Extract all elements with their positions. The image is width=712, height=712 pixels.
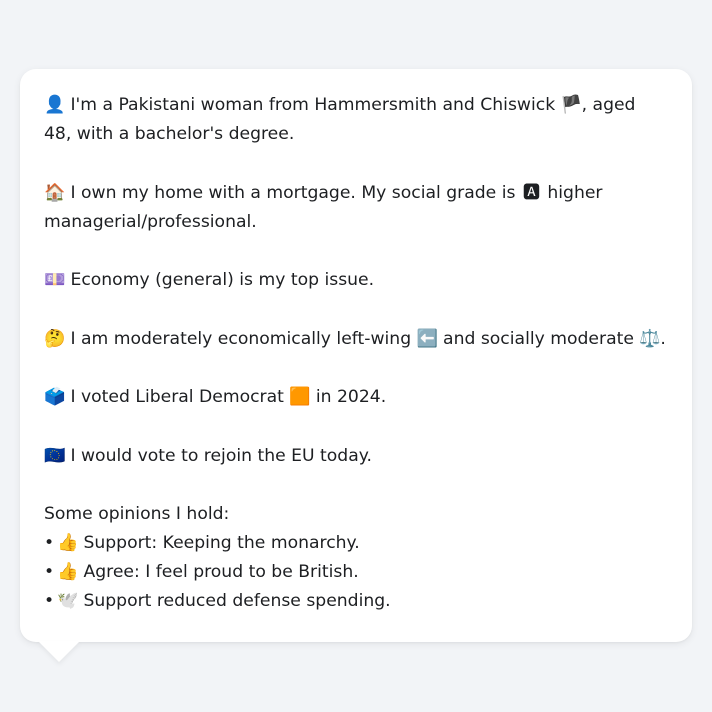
opinions-heading: Some opinions I hold: — [44, 504, 230, 524]
banknote-icon: 💷 — [44, 270, 66, 290]
persona-speech-bubble: 👤 I'm a Pakistani woman from Hammersmith… — [20, 69, 692, 642]
ideology-text-end: . — [660, 328, 666, 349]
ideology-text-middle: and socially moderate — [437, 328, 640, 349]
identity-paragraph: 👤 I'm a Pakistani woman from Hammersmith… — [44, 91, 668, 149]
bullet-dot: • — [44, 533, 55, 553]
dove-icon: 🕊️ — [57, 591, 79, 611]
orange-square-icon: 🟧 — [289, 387, 311, 407]
housing-paragraph: 🏠 I own my home with a mortgage. My soci… — [44, 179, 668, 237]
eu-text: I would vote to rejoin the EU today. — [65, 445, 372, 466]
list-item: • 👍 Agree: I feel proud to be British. — [44, 558, 668, 587]
house-icon: 🏠 — [44, 182, 66, 203]
bubble-tail — [38, 641, 80, 662]
opinions-list: • 👍 Support: Keeping the monarchy. • 👍 Agr… — [44, 529, 668, 616]
opinion-text: Support reduced defense spending. — [78, 591, 391, 611]
thumbs-up-icon: 👍 — [57, 533, 79, 553]
opinion-text: Agree: I feel proud to be British. — [78, 562, 359, 582]
person-silhouette-icon: 👤 — [44, 95, 66, 115]
ballot-box-icon: 🗳️ — [44, 387, 66, 407]
ideology-text-start: I am moderately economically left-wing — [65, 328, 417, 349]
eu-paragraph: 🇪🇺 I would vote to rejoin the EU today. — [44, 442, 668, 471]
housing-text-start: I own my home with a mortgage. My social… — [65, 182, 521, 203]
top-issue-paragraph: 💷 Economy (general) is my top issue. — [44, 266, 668, 295]
identity-text-start: I'm a Pakistani woman from Hammersmith a… — [65, 95, 561, 115]
england-flag-icon: 🏴 — [560, 95, 583, 115]
vote-paragraph: 🗳️ I voted Liberal Democrat 🟧 in 2024. — [44, 383, 668, 412]
bullet-dot: • — [44, 591, 55, 611]
balance-scale-icon: ⚖️ — [639, 328, 661, 349]
letter-a-badge-icon: 🅰 — [522, 182, 541, 203]
opinion-text: Support: Keeping the monarchy. — [78, 533, 360, 553]
ideology-paragraph: 🤔 I am moderately economically left-wing… — [44, 325, 668, 354]
left-arrow-icon: ⬅️ — [416, 328, 438, 349]
list-item: • 👍 Support: Keeping the monarchy. — [44, 529, 668, 558]
vote-text-end: in 2024. — [310, 387, 387, 407]
list-item: • 🕊️ Support reduced defense spending. — [44, 587, 668, 616]
thumbs-up-icon: 👍 — [57, 562, 79, 582]
top-issue-text: Economy (general) is my top issue. — [65, 270, 375, 290]
vote-text-start: I voted Liberal Democrat — [65, 387, 290, 407]
thinking-face-icon: 🤔 — [44, 328, 66, 349]
eu-flag-icon: 🇪🇺 — [44, 445, 66, 466]
bullet-dot: • — [44, 562, 55, 582]
